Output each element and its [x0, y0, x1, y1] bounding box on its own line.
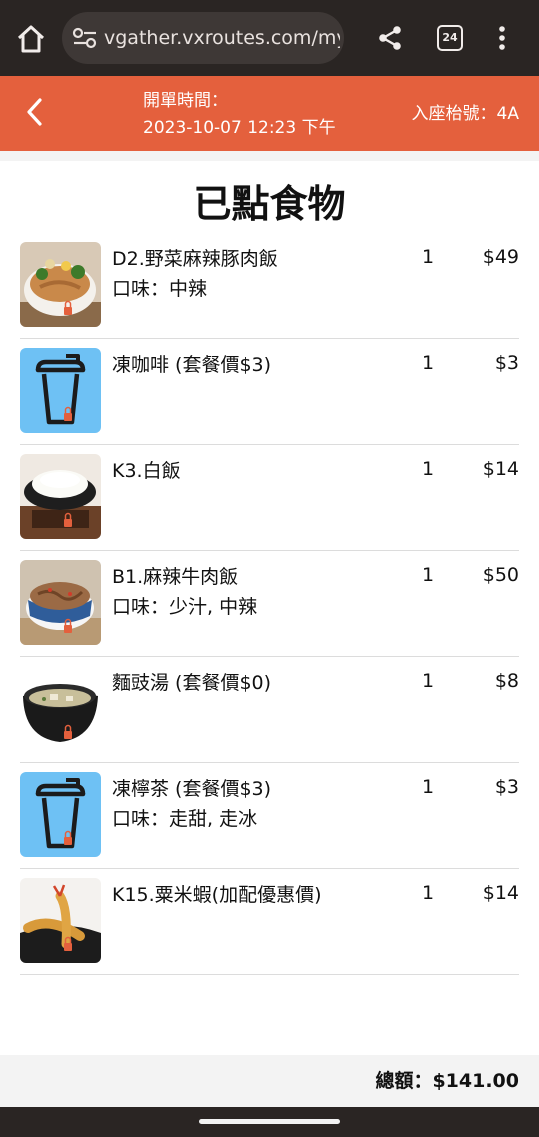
- ordered-items-section: 已點食物 D2.野菜麻辣豚肉飯 口味：中辣 1 $49 凍咖啡 (套餐價$3) …: [0, 161, 539, 1055]
- order-header: 開單時間： 2023-10-07 12:23 下午 入座枱號：4A: [0, 76, 539, 151]
- item-price: $49: [482, 246, 519, 268]
- more-vert-icon[interactable]: [494, 24, 510, 52]
- item-price: $14: [482, 882, 519, 904]
- item-price: $3: [494, 776, 519, 798]
- open-time-value: 2023-10-07 12:23 下午: [143, 118, 336, 138]
- tune-icon[interactable]: [72, 26, 98, 50]
- item-quantity: 1: [421, 352, 435, 374]
- pork-rice-photo: [20, 242, 101, 327]
- item-price: $50: [482, 564, 519, 586]
- item-name: 凍檸茶 (套餐價$3): [112, 778, 272, 800]
- table-number: 入座枱號：4A: [411, 104, 519, 124]
- order-item: 凍檸茶 (套餐價$3) 口味：走甜, 走冰 1 $3: [20, 763, 519, 869]
- system-nav-bar: [0, 1107, 539, 1137]
- item-option: 口味：中辣: [112, 278, 208, 300]
- order-list: D2.野菜麻辣豚肉飯 口味：中辣 1 $49 凍咖啡 (套餐價$3) 1 $3: [20, 233, 519, 975]
- beef-rice-photo: [20, 560, 101, 645]
- item-option: 口味：少汁, 中辣: [112, 596, 258, 618]
- miso-soup-photo: [20, 666, 101, 751]
- order-item: K3.白飯 1 $14: [20, 445, 519, 551]
- white-rice-photo: [20, 454, 101, 539]
- item-name: K3.白飯: [112, 460, 181, 482]
- total-bar: 總額：$141.00: [0, 1055, 539, 1107]
- item-quantity: 1: [421, 246, 435, 268]
- item-quantity: 1: [421, 882, 435, 904]
- item-option: 口味：走甜, 走冰: [112, 808, 258, 830]
- item-name: 麵豉湯 (套餐價$0): [112, 672, 272, 694]
- item-name: D2.野菜麻辣豚肉飯: [112, 248, 278, 270]
- order-item: D2.野菜麻辣豚肉飯 口味：中辣 1 $49: [20, 233, 519, 339]
- back-arrow-icon[interactable]: [18, 94, 54, 130]
- item-quantity: 1: [421, 564, 435, 586]
- item-name: 凍咖啡 (套餐價$3): [112, 354, 272, 376]
- browser-toolbar: vgather.vxroutes.com/my 24: [0, 0, 539, 76]
- url-text[interactable]: vgather.vxroutes.com/my: [104, 26, 340, 50]
- item-price: $14: [482, 458, 519, 480]
- item-quantity: 1: [421, 776, 435, 798]
- item-name: K15.粟米蝦(加配優惠價): [112, 884, 322, 906]
- item-quantity: 1: [421, 458, 435, 480]
- fried-shrimp-photo: [20, 878, 101, 963]
- header-divider: [0, 151, 539, 161]
- item-price: $8: [494, 670, 519, 692]
- item-price: $3: [494, 352, 519, 374]
- total-value: $141.00: [432, 1070, 519, 1092]
- drink-cup-icon: [20, 772, 101, 857]
- address-bar[interactable]: vgather.vxroutes.com/my: [62, 12, 344, 64]
- page-title: 已點食物: [193, 182, 346, 226]
- item-quantity: 1: [421, 670, 435, 692]
- order-item: 凍咖啡 (套餐價$3) 1 $3: [20, 339, 519, 445]
- order-item: 麵豉湯 (套餐價$0) 1 $8: [20, 657, 519, 763]
- item-name: B1.麻辣牛肉飯: [112, 566, 239, 588]
- order-item: B1.麻辣牛肉飯 口味：少汁, 中辣 1 $50: [20, 551, 519, 657]
- order-total: 總額：$141.00: [375, 1069, 519, 1093]
- home-icon[interactable]: [14, 22, 48, 56]
- drink-cup-icon: [20, 348, 101, 433]
- gesture-handle[interactable]: [199, 1119, 340, 1124]
- tabs-icon[interactable]: 24: [437, 25, 463, 51]
- share-icon[interactable]: [376, 24, 404, 52]
- order-item: K15.粟米蝦(加配優惠價) 1 $14: [20, 869, 519, 975]
- total-label: 總額：: [375, 1070, 433, 1092]
- open-time-label: 開單時間：: [143, 91, 228, 111]
